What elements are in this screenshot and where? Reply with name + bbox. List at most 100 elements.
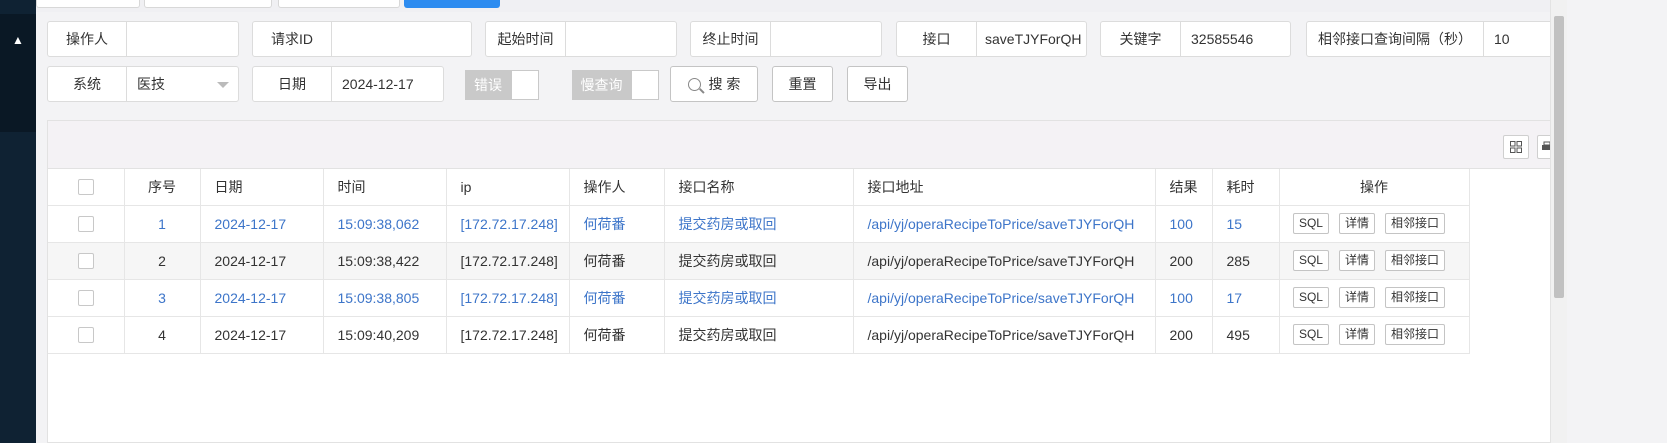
column-header[interactable]: 时间 [323,169,447,206]
interval-label: 相邻接口查询间隔（秒） [1307,22,1484,56]
cell-date: 2024-12-17 [200,316,324,354]
table-row[interactable]: 2 2024-12-17 15:09:38,422 [172.72.17.248… [48,242,1470,280]
row-select-cell [48,316,125,354]
column-header[interactable]: 序号 [124,169,201,206]
reset-button[interactable]: 重置 [772,66,833,102]
column-header[interactable]: 结果 [1155,169,1213,206]
cell-api-name: 提交药房或取回 [664,242,854,280]
adjacent-api-button[interactable]: 相邻接口 [1385,250,1446,271]
right-gutter [1567,0,1667,443]
cell-api-path: /api/yj/operaRecipeToPrice/saveTJYForQH [853,205,1156,243]
adjacent-api-button[interactable]: 相邻接口 [1385,213,1446,234]
operator-filter: 操作人 [47,21,239,57]
sql-button[interactable]: SQL [1292,250,1329,271]
cell-time: 15:09:40,209 [323,316,447,354]
row-checkbox[interactable] [77,327,94,344]
export-button[interactable]: 导出 [847,66,908,102]
top-tab-strip [36,0,1667,12]
start-time-filter: 起始时间 [485,21,677,57]
adjacent-api-button[interactable]: 相邻接口 [1385,324,1446,345]
table-header-row: 序号 日期 时间 ip 操作人 接口名称 接口地址 结果 耗时 操作 [48,169,1470,206]
column-header[interactable]: 日期 [200,169,324,206]
column-header[interactable]: 操作人 [569,169,665,206]
scrollbar-thumb[interactable] [1554,16,1564,298]
export-button-label: 导出 [863,76,892,92]
row-select-cell [48,279,125,317]
error-toggle[interactable]: 错误 [465,70,539,100]
cell-no: 4 [124,316,201,354]
request-id-filter: 请求ID [252,21,472,57]
results-table: 序号 日期 时间 ip 操作人 接口名称 接口地址 结果 耗时 操作 1 202… [48,169,1470,354]
request-id-input[interactable] [332,22,471,56]
api-filter: 接口 saveTJYForQH [896,21,1087,57]
cell-operator: 何荷番 [569,205,665,243]
operator-input[interactable] [127,22,238,56]
sql-button[interactable]: SQL [1292,287,1329,308]
error-toggle-switch[interactable] [511,70,539,100]
date-filter: 日期 2024-12-17 [252,66,444,102]
row-checkbox[interactable] [77,216,94,233]
detail-button[interactable]: 详情 [1338,287,1375,308]
cell-date: 2024-12-17 [200,205,324,243]
sql-button[interactable]: SQL [1292,213,1329,234]
detail-button[interactable]: 详情 [1338,250,1375,271]
cell-time: 15:09:38,422 [323,242,447,280]
table-row[interactable]: 1 2024-12-17 15:09:38,062 [172.72.17.248… [48,205,1470,243]
row-select-cell [48,242,125,280]
cell-no: 1 [124,205,201,243]
cell-api-name: 提交药房或取回 [664,316,854,354]
chevron-down-icon[interactable] [217,82,229,88]
operator-label: 操作人 [48,22,127,56]
top-tab[interactable] [36,0,140,8]
cell-api-path: /api/yj/operaRecipeToPrice/saveTJYForQH [853,242,1156,280]
api-label: 接口 [897,22,977,56]
slow-query-toggle-switch[interactable] [631,70,659,100]
cell-no: 3 [124,279,201,317]
system-label: 系统 [48,67,127,101]
api-input[interactable]: saveTJYForQH [977,22,1086,56]
slow-query-toggle-label: 慢查询 [572,70,631,100]
error-toggle-label: 错误 [465,70,511,100]
top-tab[interactable] [144,0,272,8]
cell-cost: 15 [1212,205,1280,243]
request-id-label: 请求ID [253,22,332,56]
collapse-up-icon[interactable]: ▲ [0,22,36,58]
date-input[interactable]: 2024-12-17 [332,67,443,101]
top-tab-active[interactable] [404,0,500,8]
start-time-input[interactable] [566,22,676,56]
column-header[interactable]: ip [446,169,570,206]
main-content: 操作人 请求ID 起始时间 终止时间 接口 saveTJYForQH 关键字 3… [36,12,1667,443]
end-time-label: 终止时间 [691,22,771,56]
cell-ip: [172.72.17.248] [446,316,570,354]
adjacent-api-button[interactable]: 相邻接口 [1385,287,1446,308]
cell-operator: 何荷番 [569,279,665,317]
search-button-label: 搜 索 [708,76,741,92]
column-header[interactable]: 耗时 [1212,169,1280,206]
column-header[interactable]: 接口名称 [664,169,854,206]
detail-button[interactable]: 详情 [1338,213,1375,234]
row-checkbox[interactable] [77,253,94,270]
cell-date: 2024-12-17 [200,279,324,317]
top-tab[interactable] [278,0,400,8]
system-select[interactable]: 系统 医技 [47,66,239,102]
column-header[interactable]: 接口地址 [853,169,1156,206]
cell-api-path: /api/yj/operaRecipeToPrice/saveTJYForQH [853,279,1156,317]
slow-query-toggle[interactable]: 慢查询 [572,70,659,100]
cell-cost: 285 [1212,242,1280,280]
detail-button[interactable]: 详情 [1338,324,1375,345]
keyword-input[interactable]: 32585546 [1181,22,1290,56]
cell-time: 15:09:38,805 [323,279,447,317]
column-grid-icon[interactable] [1503,135,1529,159]
cell-date: 2024-12-17 [200,242,324,280]
select-all-checkbox[interactable] [77,179,94,196]
vertical-scrollbar[interactable] [1550,0,1567,443]
cell-actions: SQL 详情 相邻接口 [1279,316,1470,354]
table-row[interactable]: 3 2024-12-17 15:09:38,805 [172.72.17.248… [48,279,1470,317]
table-row[interactable]: 4 2024-12-17 15:09:40,209 [172.72.17.248… [48,316,1470,354]
sql-button[interactable]: SQL [1292,324,1329,345]
cell-actions: SQL 详情 相邻接口 [1279,279,1470,317]
search-button[interactable]: 搜 索 [670,66,758,102]
end-time-filter: 终止时间 [690,21,882,57]
row-checkbox[interactable] [77,290,94,307]
end-time-input[interactable] [771,22,881,56]
